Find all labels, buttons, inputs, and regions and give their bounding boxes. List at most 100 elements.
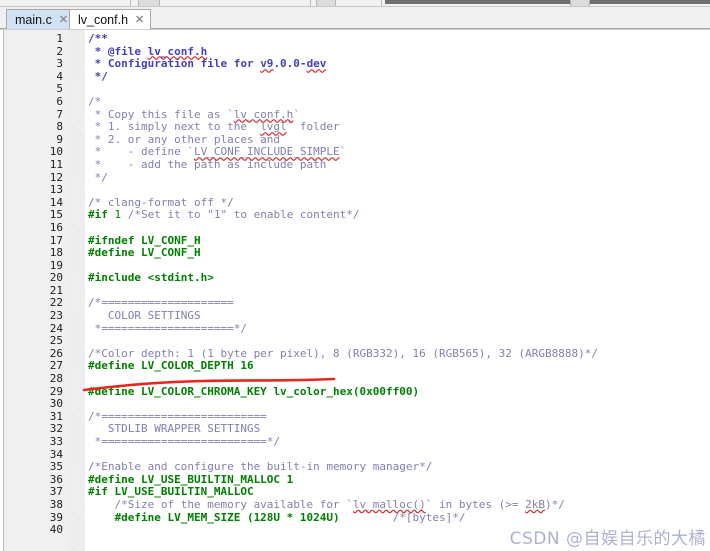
- line-number: 30: [49, 397, 63, 411]
- line-number: 1: [56, 32, 63, 45]
- code-line[interactable]: #define LV_MEM_SIZE (128U * 1024U) /*[by…: [88, 510, 710, 525]
- code-token: lv_malloc(): [352, 497, 426, 511]
- tab-main-c[interactable]: main.c ✕: [6, 9, 76, 29]
- code-token: )*/: [544, 497, 565, 511]
- code-line[interactable]: #define LV_CONF_H: [88, 246, 710, 260]
- code-token: `: [293, 107, 300, 121]
- code-token: /**: [88, 32, 108, 45]
- code-line[interactable]: */: [88, 171, 710, 185]
- code-token: /*Size of the memory available for `: [88, 497, 353, 511]
- code-token: lvgl: [260, 120, 287, 134]
- tab-label: main.c: [15, 12, 52, 27]
- code-token: * Copy this file as `: [88, 107, 234, 121]
- line-number: 5: [56, 82, 63, 96]
- line-number: 23: [49, 309, 63, 323]
- line-number: 3: [56, 57, 63, 71]
- toolbar-separator: [381, 0, 382, 6]
- code-line[interactable]: #include <stdint.h>: [88, 271, 710, 285]
- code-token: /*Enable and configure the built-in memo…: [88, 460, 433, 474]
- code-token: #if: [88, 208, 108, 222]
- close-icon[interactable]: ✕: [59, 13, 68, 26]
- code-token: v9: [260, 57, 274, 71]
- line-number: 28: [49, 372, 63, 386]
- line-number: 33: [49, 435, 63, 448]
- code-token: COLOR SETTINGS: [88, 309, 201, 323]
- code-token: /*: [88, 94, 102, 108]
- code-token: #define LV_COLOR_CHROMA_KEY lv_color_hex…: [88, 384, 420, 398]
- code-line[interactable]: [88, 83, 710, 96]
- code-line[interactable]: *====================*/: [88, 321, 710, 336]
- line-number: 40: [49, 523, 63, 537]
- toolbar-separator: [310, 0, 311, 6]
- code-token: #define LV_CONF_H: [88, 246, 201, 260]
- code-token: `: [339, 145, 347, 159]
- code-line[interactable]: #define LV_COLOR_DEPTH 16: [88, 360, 710, 373]
- code-line[interactable]: */: [88, 69, 710, 84]
- code-token: #include <stdint.h>: [88, 271, 214, 285]
- code-token: * @file: [88, 44, 148, 58]
- line-number: 4: [56, 69, 63, 83]
- editor-tab-bar: main.c ✕ lv_conf.h ✕: [0, 7, 710, 29]
- code-token: STDLIB WRAPPER SETTINGS: [88, 422, 261, 436]
- line-number: 6: [56, 94, 63, 108]
- code-token: *====================*/: [88, 321, 247, 335]
- code-token: * 2. or any other places and: [88, 132, 281, 146]
- line-number-gutter: 1 2 3 4 5 6 7 8 9 10 11 12 13 14 15 16 17 18 19 20 21 22 23 24 2…: [0, 30, 68, 551]
- code-token: #define LV_MEM_SIZE (128U * 1024U): [88, 510, 340, 524]
- toolbar-button[interactable]: [570, 0, 590, 6]
- line-number: 20: [49, 271, 63, 285]
- toolbar-strip: [0, 0, 710, 7]
- code-line[interactable]: * - add the path as include path: [88, 157, 710, 172]
- code-token: .0.0-: [273, 57, 307, 71]
- code-token: ` folder: [286, 120, 340, 134]
- line-number: 8: [56, 120, 63, 134]
- code-token: *=========================*/: [88, 435, 281, 448]
- code-line[interactable]: *=========================*/: [88, 435, 710, 449]
- code-token: /*====================: [88, 296, 234, 310]
- code-token: /* clang-format off */: [88, 195, 234, 209]
- code-line[interactable]: #if 1 /*Set it to "1" to enable content*…: [88, 209, 710, 222]
- line-number: 25: [49, 334, 63, 348]
- line-number: 2: [56, 44, 63, 58]
- code-token: #ifndef LV_CONF_H: [88, 233, 201, 247]
- code-folding-margin[interactable]: [68, 30, 85, 551]
- code-token: */: [88, 69, 108, 83]
- line-number: 35: [49, 460, 63, 474]
- tab-lv-conf-h[interactable]: lv_conf.h ✕: [69, 9, 152, 29]
- code-token: /*Color depth: 1 (1 byte per pixel), 8 (…: [88, 346, 598, 360]
- toolbar-separator: [130, 0, 131, 6]
- code-token: LV_CONF_INCLUDE_SIMPLE: [193, 145, 340, 159]
- code-token: lv_conf.h: [233, 107, 294, 121]
- code-editor[interactable]: 1 2 3 4 5 6 7 8 9 10 11 12 13 14 15 16 17 18 19 20 21 22 23 24 2…: [0, 29, 710, 551]
- tab-label: lv_conf.h: [78, 12, 129, 27]
- toolbar-button[interactable]: [138, 0, 160, 6]
- code-line[interactable]: * Configuration file for v9.0.0-dev: [88, 57, 710, 71]
- line-number: 13: [49, 183, 63, 197]
- code-token: #if LV_USE_BUILTIN_MALLOC: [88, 485, 254, 499]
- line-number: 16: [49, 220, 63, 234]
- code-token: 2kB: [525, 497, 545, 511]
- code-token: #define LV_USE_BUILTIN_MALLOC 1: [88, 472, 294, 486]
- code-token: * Configuration file for: [88, 57, 261, 71]
- code-token: #define LV_COLOR_DEPTH 16: [88, 359, 254, 373]
- toolbar-button[interactable]: [316, 0, 336, 6]
- code-token: * - define `: [88, 145, 194, 159]
- code-token: /*=========================: [88, 409, 267, 423]
- line-numbers: 1 2 3 4 5 6 7 8 9 10 11 12 13 14 15 16 17 18 19 20 21 22 23 24 2…: [0, 30, 63, 537]
- code-line[interactable]: #define LV_COLOR_CHROMA_KEY lv_color_hex…: [88, 384, 710, 399]
- code-token: /*Set it to "1" to enable content*/: [127, 208, 360, 222]
- ide-window: main.c ✕ lv_conf.h ✕ 1 2 3 4 5 6 7 8 9 10 11 12 13 14…: [0, 0, 710, 551]
- line-number: 7: [56, 107, 63, 121]
- toolbar-dropdown[interactable]: [385, 0, 710, 4]
- code-token: lv_conf.h: [147, 44, 208, 58]
- close-icon[interactable]: ✕: [135, 13, 144, 26]
- code-token: dev: [306, 57, 327, 71]
- line-number: 18: [49, 246, 63, 260]
- code-token: * 1. simply next to the `: [88, 120, 261, 134]
- line-number: 11: [49, 157, 63, 171]
- code-text[interactable]: /** * @file lv_conf.h * Configuration fi…: [88, 30, 710, 537]
- code-token: * - add the path as include path: [88, 157, 327, 171]
